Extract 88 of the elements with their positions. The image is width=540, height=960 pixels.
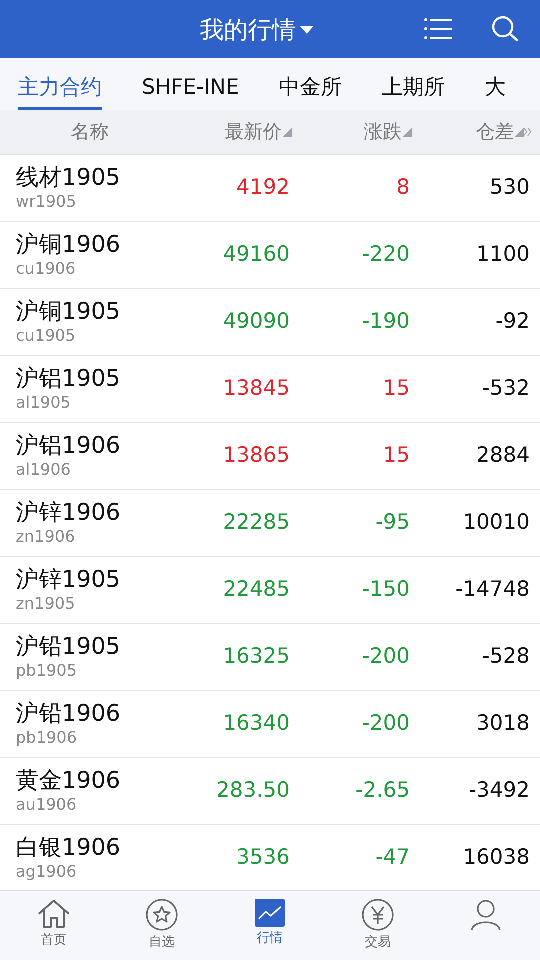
search-icon[interactable]: [492, 16, 520, 42]
price-cell-text: 3536: [236, 844, 290, 872]
column-header[interactable]: 涨跌: [364, 118, 412, 146]
change-cell-text: 15: [383, 442, 410, 470]
nav-item[interactable]: 首页: [0, 891, 108, 960]
contract-code: zn1905: [16, 594, 76, 614]
change-cell-text: -2.65: [356, 777, 410, 804]
quote-row[interactable]: 沪铜1906 cu1906 49160 -220 1100: [0, 222, 540, 289]
column-header[interactable]: 名称: [71, 118, 109, 146]
contract-name: 沪铝1906: [16, 432, 122, 460]
change-cell-text: -190: [362, 308, 410, 336]
tab[interactable]: 上期所: [382, 58, 446, 110]
open-interest-change-cell-text: -532: [482, 375, 530, 402]
contract-code: ag1906: [16, 862, 78, 882]
quote-row[interactable]: 沪铜1905 cu1905 49090 -190 -92: [0, 289, 540, 356]
contract-name: 沪锌1905: [16, 566, 122, 594]
contract-code: zn1906: [16, 527, 76, 547]
quote-row[interactable]: 黄金1906 au1906 283.50 -2.65 -3492: [0, 758, 540, 825]
contract-code: cu1906: [16, 259, 77, 279]
change-cell-text: -220: [362, 241, 410, 268]
open-interest-change-cell-text: -3492: [468, 777, 530, 804]
sort-icon: [403, 128, 412, 136]
contract-code: cu1905: [16, 326, 77, 346]
contract-name: 黄金1906: [16, 767, 122, 795]
open-interest-change-cell-text: 10010: [463, 509, 530, 536]
price-cell-text: 49160: [223, 241, 290, 268]
sort-icon: [283, 128, 292, 136]
quote-row[interactable]: 沪铝1905 al1905 13845 15 -532: [0, 356, 540, 423]
tab[interactable]: 中金所: [279, 58, 342, 110]
nav-item[interactable]: 自选: [108, 891, 216, 960]
quote-row[interactable]: 沪铅1905 pb1905 16325 -200 -528: [0, 624, 540, 691]
price-cell-text: 13845: [223, 375, 290, 402]
nav-item[interactable]: 行情: [216, 891, 324, 960]
menu-icon[interactable]: [424, 18, 452, 40]
price-cell-text: 49090: [223, 308, 290, 336]
quote-row[interactable]: 线材1905 wr1905 4192 8 530: [0, 155, 540, 222]
contract-code: au1906: [16, 795, 78, 815]
change-cell-text: 8: [396, 174, 410, 202]
yen-icon: [362, 899, 394, 931]
nav-item[interactable]: 交易: [324, 891, 432, 960]
price-cell-text: 4192: [236, 174, 290, 202]
contract-name: 白银1906: [16, 834, 122, 862]
contract-code: pb1905: [16, 661, 78, 681]
price-cell-text: 22285: [223, 509, 290, 536]
open-interest-change-cell-text: 16038: [463, 844, 530, 872]
change-cell-text: 15: [383, 375, 410, 402]
open-interest-change-cell-text: -14748: [456, 576, 530, 604]
contract-code: pb1906: [16, 728, 78, 748]
change-cell-text: -200: [362, 643, 410, 670]
quote-row[interactable]: 沪锌1906 zn1906 22285 -95 10010: [0, 490, 540, 557]
column-header[interactable]: 仓差: [476, 118, 524, 146]
price-cell-text: 16325: [223, 643, 290, 670]
contract-name: 线材1905: [16, 164, 122, 192]
contract-code: al1906: [16, 460, 72, 480]
person-icon: [471, 899, 501, 931]
column-header[interactable]: 最新价: [225, 118, 292, 146]
sort-icon: [515, 128, 524, 136]
tab[interactable]: 大: [485, 58, 506, 110]
quote-row[interactable]: 沪铝1906 al1906 13865 15 2884: [0, 423, 540, 490]
open-interest-change-cell-text: 1100: [476, 241, 530, 268]
contract-name: 沪锌1906: [16, 499, 122, 527]
contract-name: 沪铝1905: [16, 365, 122, 393]
contract-name: 沪铜1906: [16, 231, 122, 259]
open-interest-change-cell-text: 3018: [476, 710, 530, 738]
open-interest-change-cell-text: -92: [496, 308, 530, 336]
tab[interactable]: SHFE-INE: [142, 58, 240, 110]
contract-code: wr1905: [16, 192, 78, 212]
contract-name: 沪铜1905: [16, 298, 122, 326]
open-interest-change-cell-text: -528: [482, 643, 530, 670]
contract-name: 沪铅1906: [16, 700, 122, 728]
price-cell-text: 283.50: [216, 777, 290, 804]
change-cell-text: -95: [376, 509, 410, 536]
caret-icon: [300, 26, 314, 34]
price-cell-text: 22485: [223, 576, 290, 604]
price-cell-text: 13865: [223, 442, 290, 470]
home-icon: [37, 899, 71, 929]
contract-name: 沪铅1905: [16, 633, 122, 661]
price-cell-text: 16340: [223, 710, 290, 738]
quote-row[interactable]: 沪铅1906 pb1906 16340 -200 3018: [0, 691, 540, 758]
change-cell-text: -150: [362, 576, 410, 604]
change-cell-text: -200: [362, 710, 410, 738]
open-interest-change-cell-text: 530: [490, 174, 530, 202]
title-dropdown[interactable]: 我的行情: [200, 12, 314, 48]
contract-code: al1905: [16, 393, 72, 413]
quote-row[interactable]: 沪锌1905 zn1905 22485 -150 -14748: [0, 557, 540, 624]
chart-icon: [255, 899, 285, 927]
change-cell-text: -47: [376, 844, 410, 872]
open-interest-change-cell-text: 2884: [476, 442, 530, 470]
